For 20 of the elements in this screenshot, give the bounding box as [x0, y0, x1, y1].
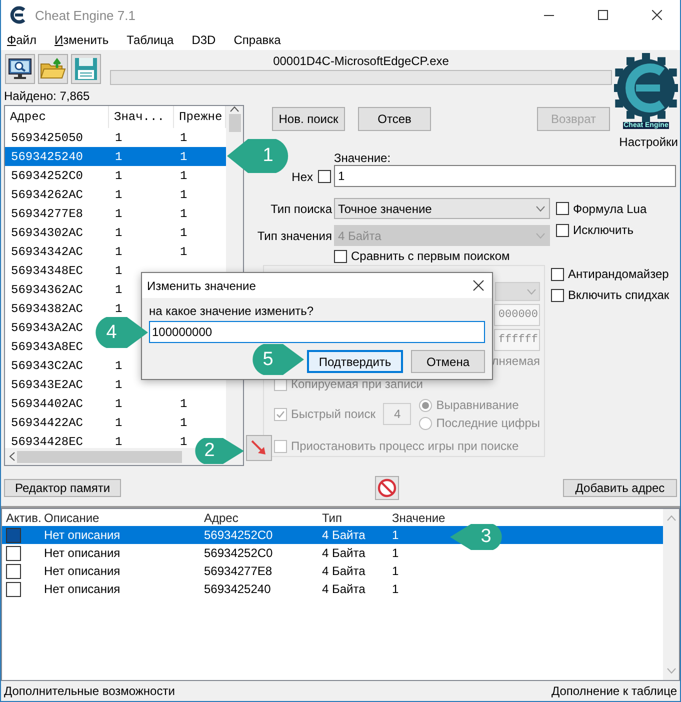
process-name: 00001D4C-MicrosoftEdgeCP.exe [273, 54, 449, 68]
radio-label: Выравнивание [436, 398, 519, 412]
option-label: лняемая [492, 354, 540, 370]
hex-label: Hex [292, 170, 313, 184]
checkbox-label: Антирандомайзер [568, 267, 669, 281]
dialog-title: Изменить значение [147, 278, 256, 292]
checkbox-label: Сравнить с первым поиском [351, 249, 510, 263]
checkbox-label: Исключить [573, 223, 634, 237]
dialog-prompt: на какое значение изменить? [149, 304, 315, 318]
value-label: Значение: [334, 150, 392, 164]
checkbox-label: Приостановить процесс игры при поиске [291, 439, 519, 453]
checkbox-label: Формула Lua [573, 202, 647, 216]
value-type-label: Тип значения [257, 228, 333, 242]
window-title: Cheat Engine 7.1 [35, 8, 136, 22]
found-count: Найдено: 7,865 [3, 88, 91, 102]
scan-type-label: Тип поиска [270, 202, 333, 216]
radio-label: Последние цифры [436, 416, 540, 430]
checkbox-label: Копируемая при записи [291, 377, 423, 391]
checkbox-label: Включить спидхак [568, 288, 670, 302]
checkbox-label: Быстрый поиск [291, 407, 376, 421]
